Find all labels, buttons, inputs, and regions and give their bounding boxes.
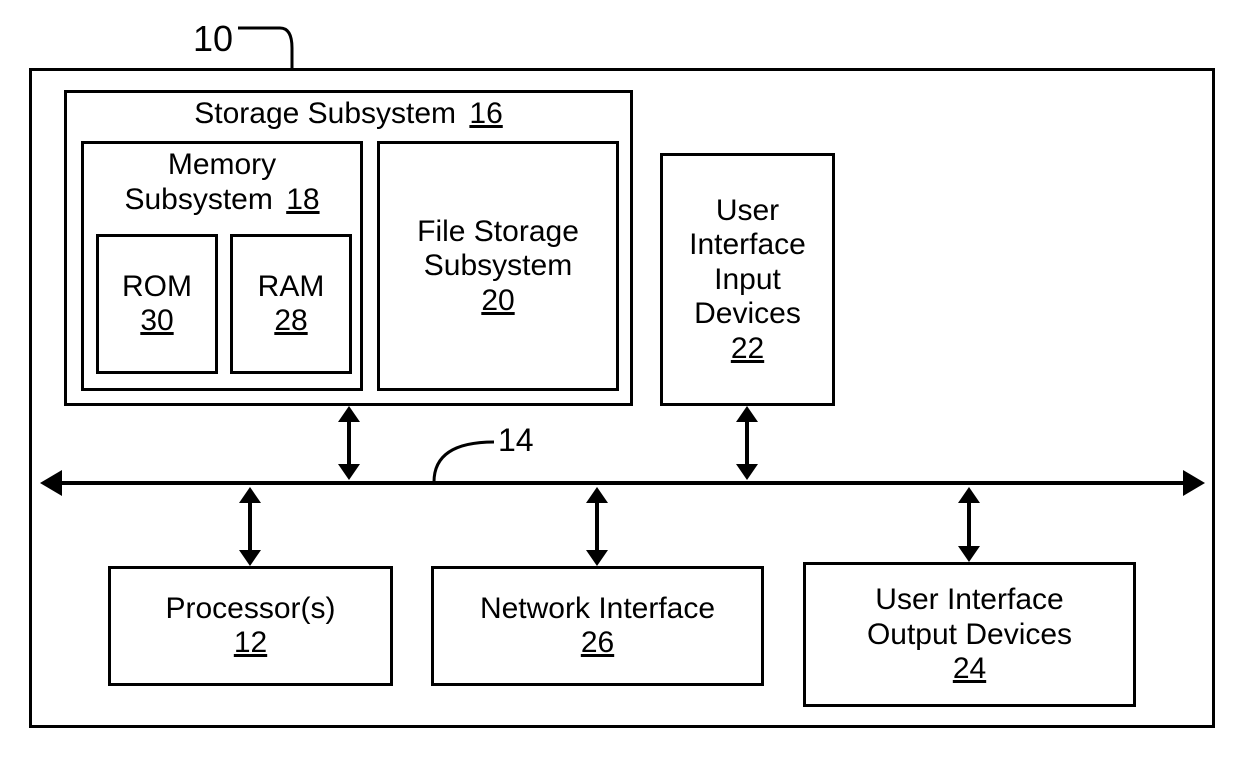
memory-subsystem-ref: 18 [286, 183, 319, 216]
rom-box: ROM 30 [96, 234, 218, 374]
memory-subsystem-box: Memory Subsystem 18 ROM 30 RAM 28 [81, 141, 363, 391]
file-storage-ref: 20 [481, 284, 514, 318]
processor-ref: 12 [234, 626, 267, 660]
ui-output-l2: Output Devices [867, 618, 1072, 653]
ui-input-l3: Input [714, 263, 781, 298]
network-ref: 26 [581, 626, 614, 660]
ui-output-ref: 24 [953, 652, 986, 686]
file-storage-label2: Subsystem [424, 249, 572, 284]
processor-label: Processor(s) [165, 592, 335, 627]
ui-output-box: User Interface Output Devices 24 [803, 562, 1136, 707]
storage-subsystem-label: Storage Subsystem [194, 97, 456, 130]
storage-subsystem-box: Storage Subsystem 16 Memory Subsystem 18… [64, 90, 633, 406]
ram-box: RAM 28 [230, 234, 352, 374]
system-ref-label: 10 [193, 18, 233, 60]
ram-ref: 28 [274, 304, 307, 338]
ui-input-l2: Interface [689, 228, 806, 263]
network-box: Network Interface 26 [431, 566, 764, 686]
ui-input-l4: Devices [694, 297, 801, 332]
file-storage-box: File Storage Subsystem 20 [377, 141, 619, 391]
rom-label: ROM [122, 270, 192, 305]
file-storage-label1: File Storage [417, 215, 579, 250]
ram-label: RAM [258, 270, 325, 305]
ui-input-box: User Interface Input Devices 22 [660, 153, 835, 406]
ui-output-l1: User Interface [875, 583, 1063, 618]
rom-ref: 30 [140, 304, 173, 338]
ui-input-l1: User [716, 194, 779, 229]
memory-subsystem-label-l1: Memory [84, 148, 360, 183]
network-label: Network Interface [480, 592, 715, 627]
diagram-canvas: 10 Storage Subsystem 16 Memory Subsystem… [0, 0, 1240, 757]
memory-subsystem-label-l2: Subsystem [124, 183, 272, 216]
bus-arrow [40, 468, 1205, 498]
storage-subsystem-ref: 16 [469, 97, 502, 130]
ui-input-ref: 22 [731, 332, 764, 366]
bus-ref-label: 14 [498, 422, 534, 459]
processor-box: Processor(s) 12 [108, 566, 393, 686]
